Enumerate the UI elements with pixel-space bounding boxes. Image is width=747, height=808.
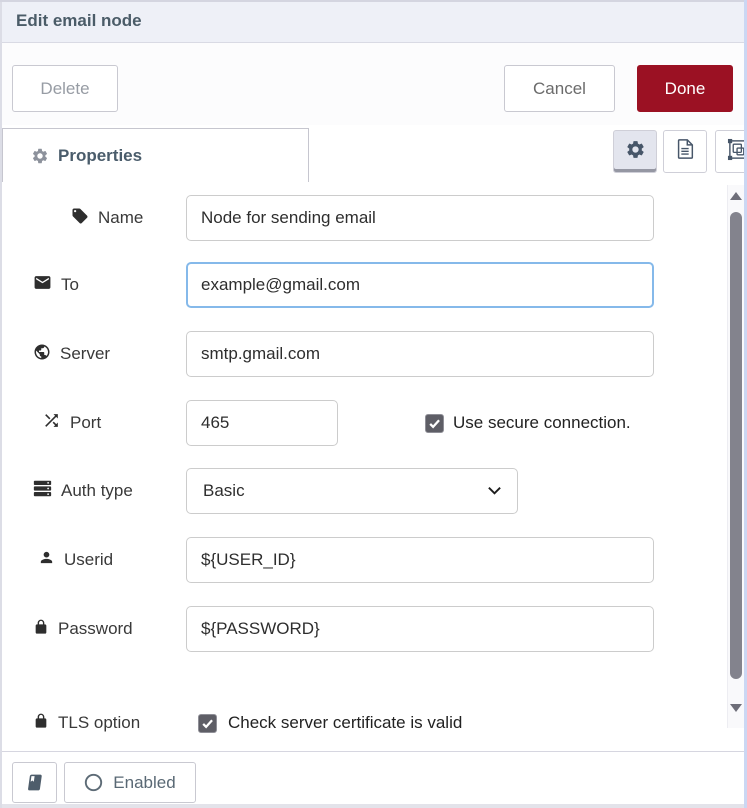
globe-icon (33, 343, 51, 366)
check-server-certificate-label: Check server certificate is valid (228, 700, 462, 741)
name-label: Name (71, 195, 143, 241)
userid-input[interactable] (186, 537, 654, 583)
auth-type-value: Basic (203, 481, 487, 501)
book-icon (24, 773, 46, 792)
name-input[interactable] (186, 195, 654, 241)
scrollbar-thumb[interactable] (730, 212, 742, 679)
tab-properties[interactable]: Properties (2, 128, 309, 182)
tab-properties-label: Properties (58, 146, 142, 166)
password-row: Password (0, 606, 744, 652)
password-label: Password (33, 606, 133, 652)
envelope-icon (33, 273, 52, 297)
properties-tab-button[interactable] (613, 130, 657, 173)
window-left-edge (0, 0, 2, 808)
appearance-tab-button[interactable] (715, 130, 747, 173)
delete-button[interactable]: Delete (12, 65, 118, 112)
footer-divider (0, 751, 744, 752)
tag-icon (71, 207, 89, 230)
enabled-toggle-button[interactable]: Enabled (64, 762, 196, 803)
scroll-up-arrow[interactable] (730, 192, 742, 200)
server-icon (33, 479, 52, 503)
port-input[interactable] (186, 400, 338, 446)
lock-icon (33, 619, 49, 640)
dialog-title: Edit email node (16, 0, 142, 42)
file-text-icon (674, 138, 696, 165)
tls-option-label: TLS option (33, 700, 140, 741)
use-secure-connection-checkbox[interactable] (425, 414, 444, 433)
tab-bar: Properties (0, 125, 744, 182)
description-tab-button[interactable] (663, 130, 707, 173)
use-secure-connection-label: Use secure connection. (453, 400, 631, 446)
userid-row: Userid (0, 537, 744, 583)
docs-button[interactable] (12, 762, 57, 803)
enabled-label: Enabled (113, 773, 175, 793)
auth-type-label: Auth type (33, 468, 133, 514)
cog-icon (31, 147, 49, 165)
port-row: Port Use secure connection. (0, 400, 744, 446)
scrollbar[interactable] (727, 185, 744, 728)
cog-icon (625, 139, 646, 165)
cancel-button[interactable]: Cancel (504, 65, 615, 112)
name-row: Name (0, 195, 744, 241)
to-label: To (33, 262, 79, 308)
lock-icon (33, 713, 49, 734)
window-bottom-edge (0, 804, 744, 808)
scroll-down-arrow[interactable] (730, 704, 742, 712)
properties-form: Name To Server Port Use secure connectio… (0, 181, 744, 741)
circle-o-icon (84, 773, 103, 792)
user-icon (38, 549, 55, 571)
action-bar: Delete Cancel Done (0, 43, 744, 126)
password-input[interactable] (186, 606, 654, 652)
check-server-certificate-checkbox[interactable] (198, 714, 217, 733)
chevron-down-icon (487, 486, 502, 496)
check-icon (428, 417, 441, 430)
to-input[interactable] (186, 262, 654, 308)
shuffle-icon (42, 411, 61, 435)
check-icon (201, 717, 214, 730)
auth-type-select[interactable]: Basic (186, 468, 518, 514)
window-top-edge (0, 0, 747, 2)
server-input[interactable] (186, 331, 654, 377)
auth-type-row: Auth type Basic (0, 468, 744, 514)
server-row: Server (0, 331, 744, 377)
server-label: Server (33, 331, 110, 377)
port-label: Port (42, 400, 101, 446)
userid-label: Userid (38, 537, 113, 583)
done-button[interactable]: Done (637, 65, 733, 112)
tls-option-row: TLS option Check server certificate is v… (0, 700, 744, 741)
to-row: To (0, 262, 744, 308)
dialog-header: Edit email node (0, 0, 744, 43)
